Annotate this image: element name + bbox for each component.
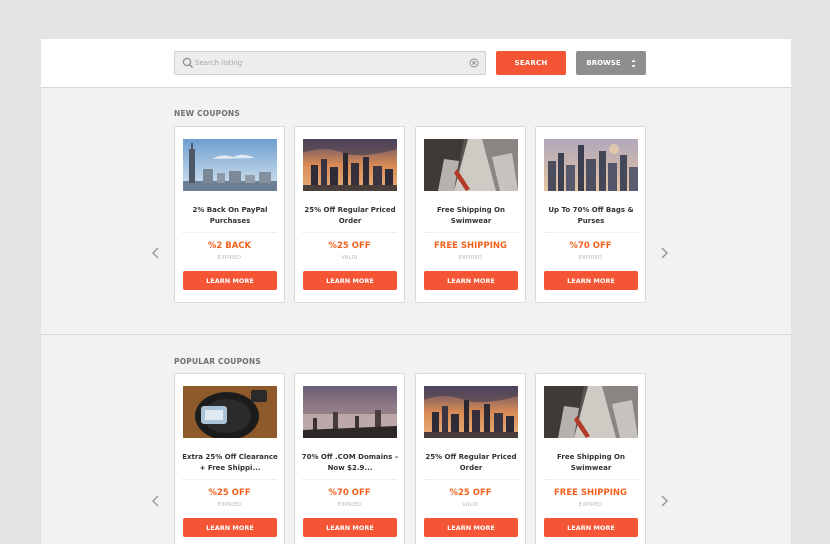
coupon-title[interactable]: Up To 70% Off Bags & Purses xyxy=(540,205,642,227)
search-icon xyxy=(182,57,194,69)
coupon-status: EXPIRED xyxy=(337,502,362,508)
divider xyxy=(544,479,638,480)
chevron-right-icon[interactable] xyxy=(658,246,670,260)
coupon-status: EXPIRED xyxy=(578,502,603,508)
divider xyxy=(183,232,277,233)
coupon-card[interactable]: Up To 70% Off Bags & Purses %70 OFF EXPI… xyxy=(535,126,646,303)
clear-icon[interactable] xyxy=(469,58,479,68)
coupon-page: SEARCH BROWSE NEW COUPONS 2% Back xyxy=(41,39,791,544)
coupon-title[interactable]: Free Shipping On Swimwear xyxy=(420,205,522,227)
coupon-deal: %25 OFF xyxy=(328,241,371,251)
chevron-right-icon[interactable] xyxy=(658,494,670,508)
coupon-title[interactable]: Extra 25% Off Clearance + Free Shippi... xyxy=(179,452,281,474)
coupon-card[interactable]: 2% Back On PayPal Purchases %2 BACK EXPI… xyxy=(174,126,285,303)
coupon-title[interactable]: Free Shipping On Swimwear xyxy=(540,452,642,474)
divider xyxy=(303,479,397,480)
coupon-deal: %2 BACK xyxy=(207,241,252,251)
learn-more-button[interactable]: LEARN MORE xyxy=(424,271,518,290)
browse-button[interactable]: BROWSE xyxy=(576,51,646,75)
coupon-deal: %25 OFF xyxy=(449,488,492,498)
coupon-card[interactable]: Free Shipping On Swimwear FREE SHIPPING … xyxy=(535,373,646,544)
learn-more-button[interactable]: LEARN MORE xyxy=(544,518,638,537)
search-input[interactable] xyxy=(195,52,465,74)
coupon-image[interactable] xyxy=(424,386,518,438)
learn-more-button[interactable]: LEARN MORE xyxy=(544,271,638,290)
coupon-title[interactable]: 25% Off Regular Priced Order xyxy=(299,205,401,227)
chevron-left-icon[interactable] xyxy=(150,246,162,260)
search-button[interactable]: SEARCH xyxy=(496,51,566,75)
learn-more-button[interactable]: LEARN MORE xyxy=(183,271,277,290)
divider xyxy=(303,232,397,233)
coupon-title[interactable]: 25% Off Regular Priced Order xyxy=(420,452,522,474)
coupon-deal: %70 OFF xyxy=(569,241,612,251)
coupon-card[interactable]: 25% Off Regular Priced Order %25 OFF VAL… xyxy=(294,126,405,303)
learn-more-button[interactable]: LEARN MORE xyxy=(303,271,397,290)
coupon-deal: %70 OFF xyxy=(328,488,371,498)
section-title: NEW COUPONS xyxy=(174,109,241,118)
coupon-image[interactable] xyxy=(183,386,277,438)
coupon-image[interactable] xyxy=(424,139,518,191)
coupon-image[interactable] xyxy=(544,139,638,191)
coupon-image[interactable] xyxy=(303,386,397,438)
divider xyxy=(544,232,638,233)
coupon-card[interactable]: Free Shipping On Swimwear FREE SHIPPING … xyxy=(415,126,526,303)
new-coupons-section: NEW COUPONS 2% Back On PayPal Purchases … xyxy=(41,89,791,335)
coupon-status: EXPIRED xyxy=(217,255,242,261)
coupon-title[interactable]: 2% Back On PayPal Purchases xyxy=(179,205,281,227)
browse-label: BROWSE xyxy=(586,59,621,67)
coupon-status: EXPIRED xyxy=(578,255,603,261)
coupon-status: EXPIRED xyxy=(458,255,483,261)
coupon-image[interactable] xyxy=(544,386,638,438)
coupon-status: VALID xyxy=(341,255,358,261)
coupon-deal: %25 OFF xyxy=(208,488,251,498)
search-box[interactable] xyxy=(174,51,486,75)
coupon-card[interactable]: 25% Off Regular Priced Order %25 OFF VAL… xyxy=(415,373,526,544)
learn-more-button[interactable]: LEARN MORE xyxy=(303,518,397,537)
search-bar: SEARCH BROWSE xyxy=(41,39,791,88)
sort-arrows-icon xyxy=(631,59,636,67)
coupon-status: VALID xyxy=(462,502,479,508)
learn-more-button[interactable]: LEARN MORE xyxy=(183,518,277,537)
divider xyxy=(424,232,518,233)
coupon-card[interactable]: 70% Off .COM Domains – Now $2.9... %70 O… xyxy=(294,373,405,544)
coupon-card[interactable]: Extra 25% Off Clearance + Free Shippi...… xyxy=(174,373,285,544)
divider xyxy=(424,479,518,480)
coupon-deal: FREE SHIPPING xyxy=(553,488,628,498)
coupon-deal: FREE SHIPPING xyxy=(433,241,508,251)
coupon-title[interactable]: 70% Off .COM Domains – Now $2.9... xyxy=(299,452,401,474)
divider xyxy=(183,479,277,480)
learn-more-button[interactable]: LEARN MORE xyxy=(424,518,518,537)
coupon-image[interactable] xyxy=(303,139,397,191)
popular-coupons-section: POPULAR COUPONS Extra 25% Off Clearance … xyxy=(41,336,791,544)
chevron-left-icon[interactable] xyxy=(150,494,162,508)
coupon-status: EXPIRED xyxy=(217,502,242,508)
coupon-image[interactable] xyxy=(183,139,277,191)
section-title: POPULAR COUPONS xyxy=(174,357,261,366)
